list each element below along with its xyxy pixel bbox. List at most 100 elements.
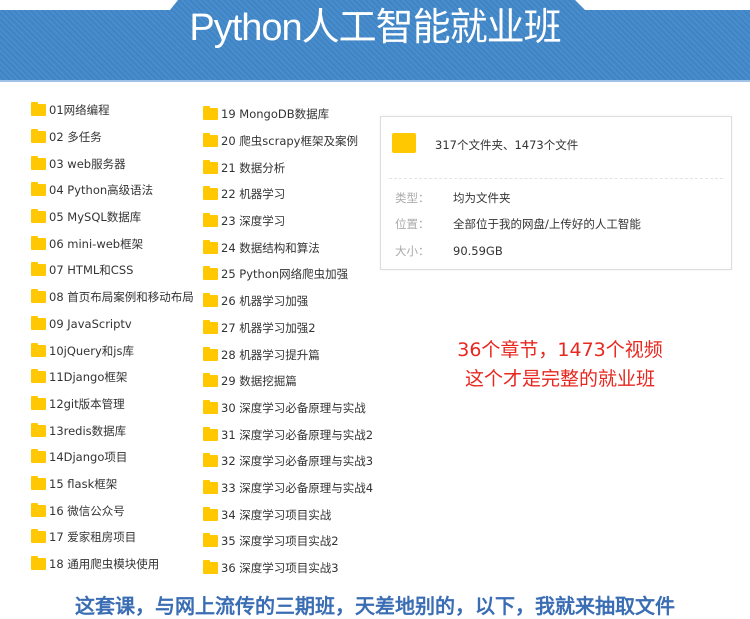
folder-item[interactable]: 09 JavaScriptv <box>31 311 194 338</box>
folder-name: 15 flask框架 <box>49 476 118 491</box>
folder-icon <box>203 533 218 548</box>
folder-item[interactable]: 33 深度学习必备原理与实战4 <box>203 475 373 502</box>
folder-icon <box>203 399 218 414</box>
folder-item[interactable]: 34 深度学习项目实战 <box>203 501 373 528</box>
folder-icon <box>203 133 218 148</box>
folder-icon <box>31 395 46 410</box>
location-value: 全部位于我的网盘/上传好的人工智能 <box>453 217 641 231</box>
folder-icon <box>203 346 218 361</box>
folder-item[interactable]: 32 深度学习必备原理与实战3 <box>203 448 373 475</box>
folder-name: 05 MySQL数据库 <box>49 210 142 225</box>
folder-icon <box>203 426 218 441</box>
folder-name: 11Django框架 <box>49 370 128 385</box>
folder-item[interactable]: 15 flask框架 <box>31 471 194 498</box>
footer-caption: 这套课，与网上流传的三期班，天差地别的，以下，我就来抽取文件 <box>75 594 675 618</box>
folder-name: 29 数据挖掘篇 <box>221 374 297 389</box>
folder-icon <box>31 315 46 330</box>
folder-icon <box>203 266 218 281</box>
folder-item[interactable]: 35 深度学习项目实战2 <box>203 528 373 555</box>
banner: Python人工智能就业班 <box>0 0 750 82</box>
folder-icon <box>31 556 46 571</box>
folder-item[interactable]: 03 web服务器 <box>31 150 194 177</box>
folder-name: 24 数据结构和算法 <box>221 240 320 255</box>
folder-name: 21 数据分析 <box>221 160 286 175</box>
divider <box>389 178 723 179</box>
folder-icon <box>203 506 218 521</box>
folder-icon <box>31 502 46 517</box>
folder-name: 19 MongoDB数据库 <box>221 107 330 122</box>
type-value: 均为文件夹 <box>453 191 511 205</box>
folder-item[interactable]: 08 首页布局案例和移动布局 <box>31 284 194 311</box>
folder-item[interactable]: 36 深度学习项目实战3 <box>203 555 373 582</box>
folder-icon <box>31 182 46 197</box>
folder-item[interactable]: 27 机器学习加强2 <box>203 315 373 342</box>
folder-icon <box>203 373 218 388</box>
folder-name: 26 机器学习加强 <box>221 294 309 309</box>
folder-icon <box>31 209 46 224</box>
folder-item[interactable]: 23 深度学习 <box>203 208 373 235</box>
folder-icon <box>31 129 46 144</box>
folder-item[interactable]: 17 爱家租房项目 <box>31 524 194 551</box>
folder-item[interactable]: 11Django框架 <box>31 364 194 391</box>
folder-name: 23 深度学习 <box>221 214 286 229</box>
highlight-line-2: 这个才是完整的就业班 <box>464 368 655 390</box>
folder-name: 01网络编程 <box>49 103 110 118</box>
folder-item[interactable]: 12git版本管理 <box>31 391 194 418</box>
folder-name: 06 mini-web框架 <box>49 236 144 251</box>
folder-name: 25 Python网络爬虫加强 <box>221 267 349 282</box>
folder-name: 31 深度学习必备原理与实战2 <box>221 427 374 442</box>
folder-icon <box>31 235 46 250</box>
folder-icon <box>31 289 46 304</box>
folder-item[interactable]: 01网络编程 <box>31 97 194 124</box>
folder-item[interactable]: 26 机器学习加强 <box>203 288 373 315</box>
folder-name: 16 微信公众号 <box>49 503 125 518</box>
folder-name: 10jQuery和js库 <box>49 343 134 358</box>
size-label: 大小： <box>395 244 430 258</box>
folder-item[interactable]: 05 MySQL数据库 <box>31 204 194 231</box>
folder-item[interactable]: 22 机器学习 <box>203 181 373 208</box>
folder-item[interactable]: 29 数据挖掘篇 <box>203 368 373 395</box>
folder-item[interactable]: 16 微信公众号 <box>31 497 194 524</box>
folder-item[interactable]: 18 通用爬虫模块使用 <box>31 551 194 578</box>
folder-name: 14Django项目 <box>49 450 128 465</box>
folder-name: 07 HTML和CSS <box>49 263 134 278</box>
folder-name: 17 爱家租房项目 <box>49 530 137 545</box>
folder-name: 22 机器学习 <box>221 187 286 202</box>
folder-name: 12git版本管理 <box>49 396 125 411</box>
folder-item[interactable]: 10jQuery和js库 <box>31 337 194 364</box>
folder-item[interactable]: 04 Python高级语法 <box>31 177 194 204</box>
folder-name: 09 JavaScriptv <box>49 316 132 331</box>
folder-item[interactable]: 19 MongoDB数据库 <box>203 101 373 128</box>
folder-icon <box>203 293 218 308</box>
folder-icon <box>203 479 218 494</box>
folder-icon <box>31 529 46 544</box>
size-value: 90.59GB <box>453 244 503 258</box>
folder-icon <box>203 159 218 174</box>
folder-item[interactable]: 30 深度学习必备原理与实战 <box>203 395 373 422</box>
folder-item[interactable]: 06 mini-web框架 <box>31 230 194 257</box>
folder-item[interactable]: 14Django项目 <box>31 444 194 471</box>
folder-item[interactable]: 24 数据结构和算法 <box>203 234 373 261</box>
type-row: 类型： 均为文件夹 <box>395 190 511 206</box>
folder-item[interactable]: 20 爬虫scrapy框架及案例 <box>203 128 373 155</box>
folder-properties-panel: 317个文件夹、1473个文件 类型： 均为文件夹 位置： 全部位于我的网盘/上传好… <box>380 116 732 270</box>
highlight-line-1: 36个章节，1473个视频 <box>457 339 663 361</box>
folder-name: 27 机器学习加强2 <box>221 320 316 335</box>
folder-icon <box>31 475 46 490</box>
folder-item[interactable]: 31 深度学习必备原理与实战2 <box>203 421 373 448</box>
folder-item[interactable]: 25 Python网络爬虫加强 <box>203 261 373 288</box>
folder-item[interactable]: 07 HTML和CSS <box>31 257 194 284</box>
folder-icon <box>389 127 419 157</box>
folder-list-left: 01网络编程 02 多任务 03 web服务器 04 Python高级语法 05 MyS… <box>31 97 194 577</box>
folder-item[interactable]: 02 多任务 <box>31 124 194 151</box>
folder-icon <box>203 106 218 121</box>
folder-item[interactable]: 21 数据分析 <box>203 154 373 181</box>
folder-name: 35 深度学习项目实战2 <box>221 534 339 549</box>
folder-item[interactable]: 28 机器学习提升篇 <box>203 341 373 368</box>
folder-name: 30 深度学习必备原理与实战 <box>221 400 366 415</box>
folder-item[interactable]: 13redis数据库 <box>31 417 194 444</box>
location-label: 位置： <box>395 217 430 231</box>
folder-name: 28 机器学习提升篇 <box>221 347 320 362</box>
folder-name: 33 深度学习必备原理与实战4 <box>221 480 374 495</box>
folder-name: 18 通用爬虫模块使用 <box>49 557 160 572</box>
